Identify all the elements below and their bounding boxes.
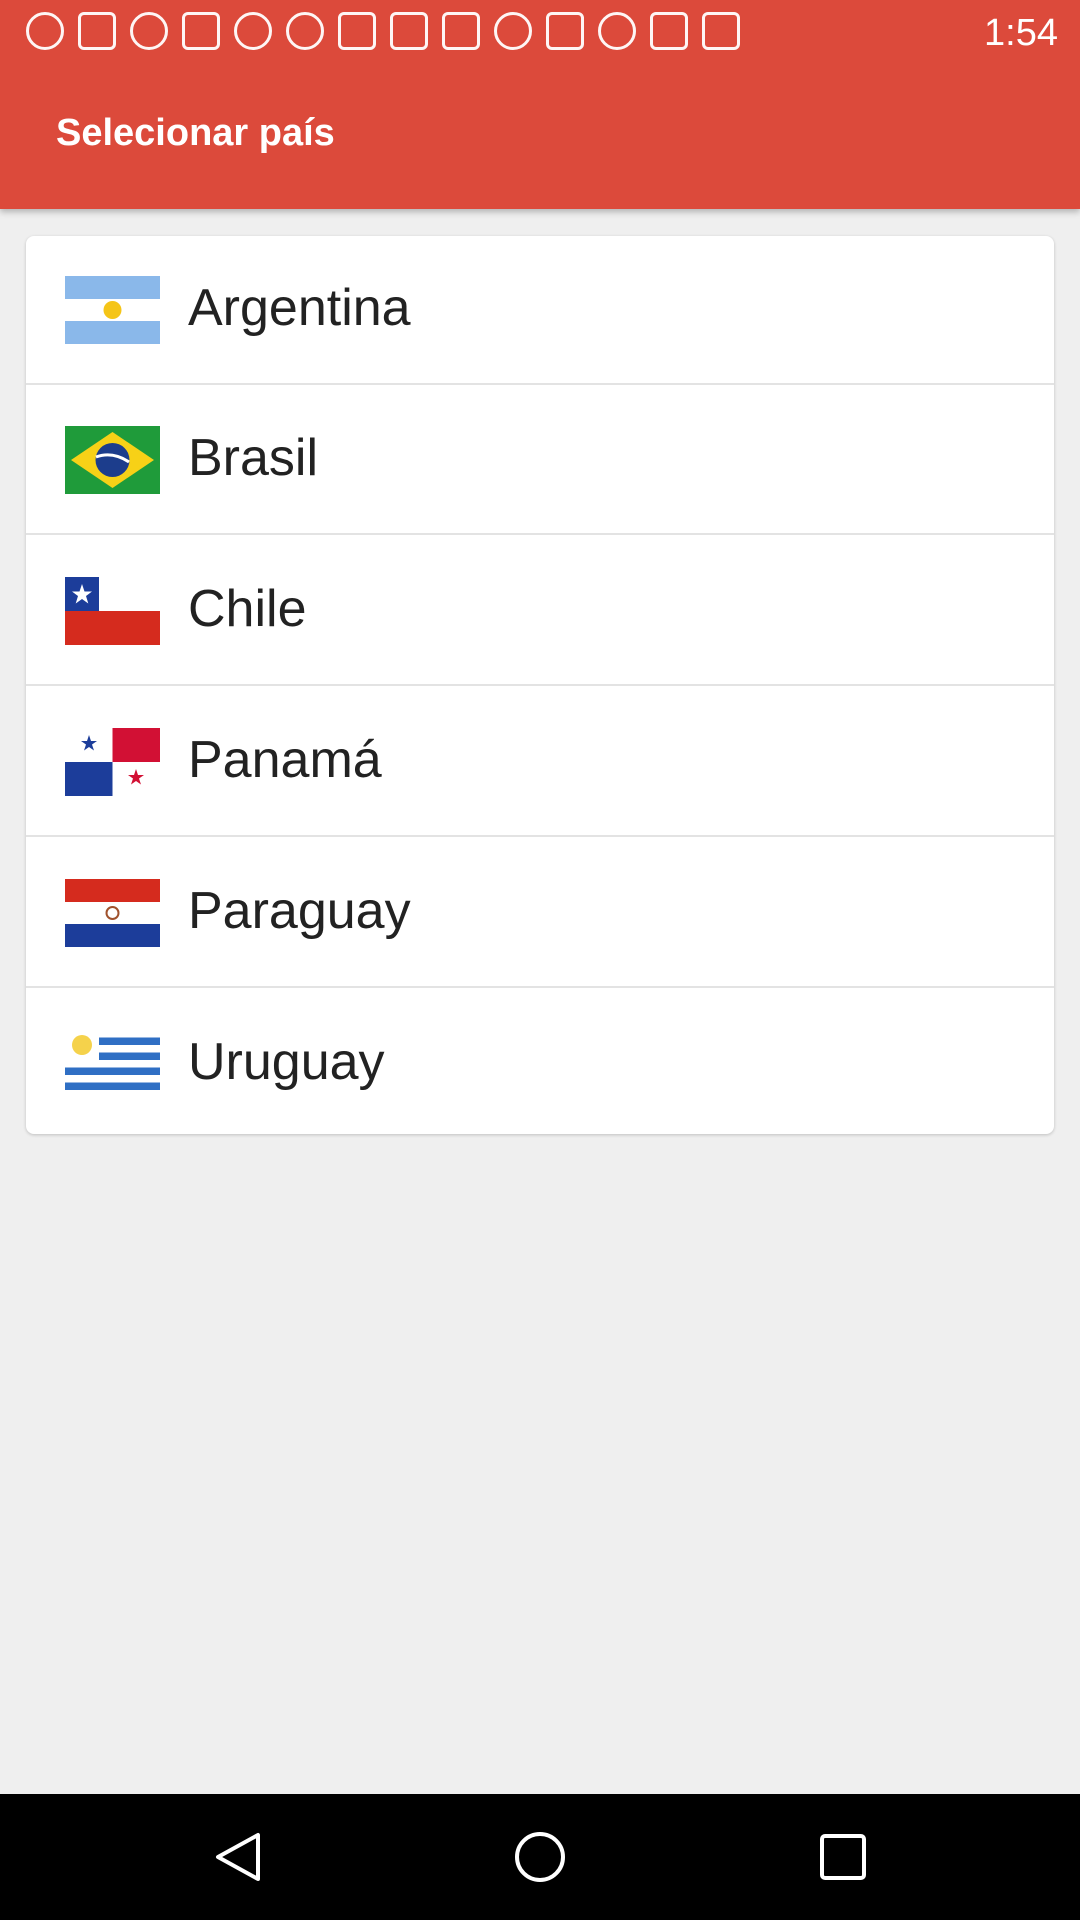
country-list: Argentina Brasil Chile Panamá Paraguay U… xyxy=(26,236,1054,1134)
timer-icon xyxy=(26,12,64,50)
country-name: Chile xyxy=(188,580,307,638)
list-item-chile[interactable]: Chile xyxy=(26,537,1054,686)
back-icon[interactable] xyxy=(210,1829,266,1885)
recents-icon[interactable] xyxy=(815,1829,871,1885)
facebook-icon xyxy=(182,12,220,50)
panama-flag-icon xyxy=(65,728,160,796)
uruguay-flag-icon xyxy=(65,1030,160,1098)
chile-flag-icon xyxy=(65,577,160,645)
bluetooth-icon xyxy=(546,12,584,50)
lock-icon xyxy=(390,12,428,50)
smiley-icon xyxy=(494,12,532,50)
country-name: Panamá xyxy=(188,731,382,789)
alarm-icon xyxy=(598,12,636,50)
list-item-uruguay[interactable]: Uruguay xyxy=(26,990,1054,1134)
android-icon xyxy=(442,12,480,50)
list-item-paraguay[interactable]: Paraguay xyxy=(26,839,1054,988)
list-item-argentina[interactable]: Argentina xyxy=(26,236,1054,385)
paraguay-flag-icon xyxy=(65,879,160,947)
smiley-icon xyxy=(234,12,272,50)
country-name: Uruguay xyxy=(188,1033,385,1091)
page-title: Selecionar país xyxy=(56,112,335,154)
home-icon[interactable] xyxy=(512,1829,568,1885)
status-time: 1:54 xyxy=(984,12,1058,54)
navigation-bar xyxy=(0,1794,1080,1920)
argentina-flag-icon xyxy=(65,276,160,344)
brazil-flag-icon xyxy=(65,426,160,494)
app-bar: 1:54 Selecionar país xyxy=(0,0,1080,209)
battery-icon xyxy=(702,12,740,50)
country-name: Brasil xyxy=(188,429,319,487)
list-item-brasil[interactable]: Brasil xyxy=(26,386,1054,535)
wrench-icon xyxy=(78,12,116,50)
country-name: Paraguay xyxy=(188,882,411,940)
smiley-icon xyxy=(130,12,168,50)
alert-icon xyxy=(286,12,324,50)
satellite-icon xyxy=(338,12,376,50)
list-item-panama[interactable]: Panamá xyxy=(26,688,1054,837)
status-bar: 1:54 xyxy=(0,0,1080,62)
notification-icons xyxy=(26,12,740,50)
country-name: Argentina xyxy=(188,279,411,337)
signal-icon xyxy=(650,12,688,50)
